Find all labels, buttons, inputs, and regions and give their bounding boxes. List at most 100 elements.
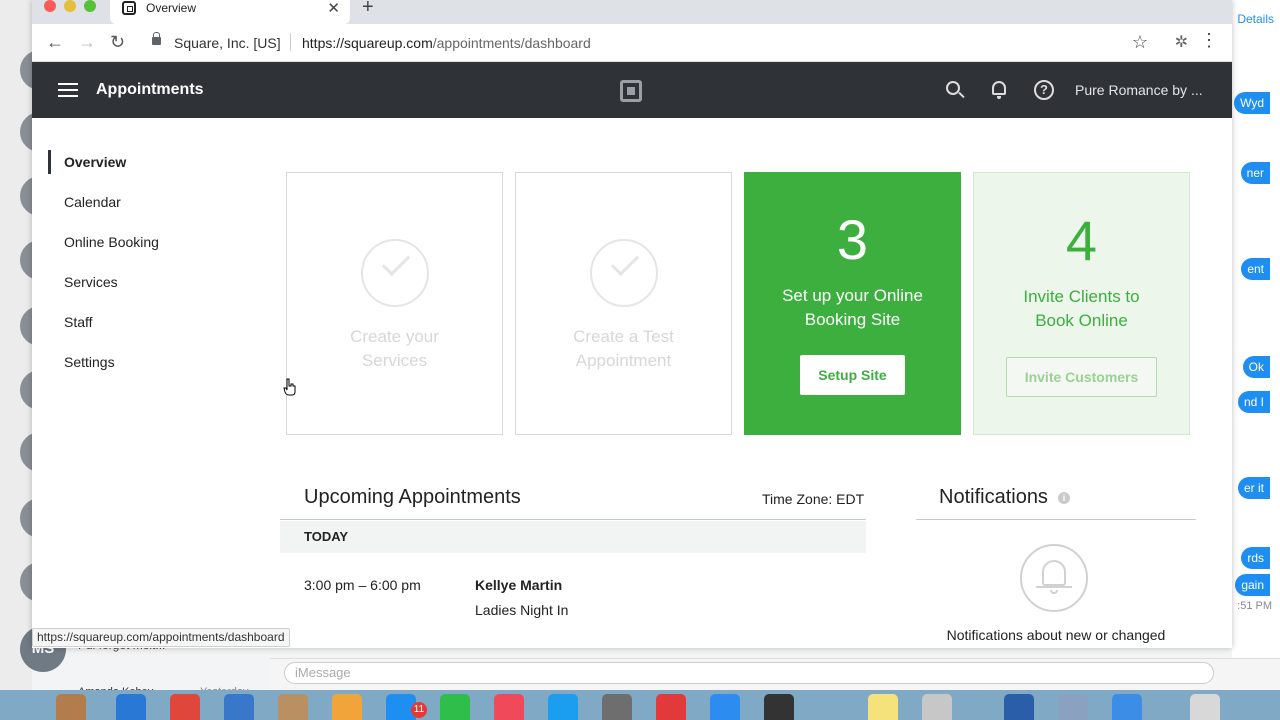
account-menu[interactable]: Pure Romance by ...: [1075, 82, 1203, 98]
url-host: https://squareup.com: [302, 35, 433, 51]
card-label: Create a Test Appointment: [516, 325, 731, 373]
divider: [280, 519, 866, 520]
music-icon[interactable]: [494, 694, 524, 720]
site-identity: Square, Inc. [US]: [174, 35, 281, 51]
back-icon[interactable]: ←: [46, 32, 64, 53]
sidebar-item-calendar[interactable]: Calendar: [48, 186, 248, 226]
preview-icon[interactable]: [224, 694, 254, 720]
message-bubble: Wyd: [1234, 92, 1270, 114]
message-bubble: nd I: [1237, 391, 1270, 413]
zoom-icon[interactable]: [710, 694, 740, 720]
browser-toolbar: ← → ↻ Square, Inc. [US] https://squareup…: [32, 24, 1232, 62]
appointment-client[interactable]: Kellye Martin: [475, 577, 562, 593]
facetime-icon[interactable]: [440, 694, 470, 720]
message-timestamp: :51 PM: [1237, 600, 1272, 612]
minimize-window-button[interactable]: [64, 0, 76, 12]
help-icon[interactable]: ?: [1033, 79, 1055, 101]
card-label-line: Appointment: [575, 351, 672, 370]
search-icon[interactable]: [944, 79, 966, 101]
url-text: https://squareup.com/appointments/dashbo…: [302, 35, 591, 51]
card-label-line: Book Online: [1035, 311, 1128, 330]
extension-icon[interactable]: ✲: [1175, 32, 1188, 52]
message-bubble: ent: [1241, 258, 1270, 280]
date-group-header: TODAY: [280, 521, 866, 553]
messages-sidebar: [0, 0, 60, 690]
checkmark-icon: [361, 239, 429, 307]
square-logo-icon[interactable]: [620, 80, 642, 102]
terminal-icon[interactable]: [764, 694, 794, 720]
close-tab-icon[interactable]: ✕: [327, 0, 340, 17]
hamburger-menu-icon[interactable]: [58, 83, 78, 97]
message-bubble: ner: [1240, 162, 1270, 184]
date-group-label: TODAY: [304, 529, 349, 544]
conversation-pane-edge: Details Wyd ner ent Ok nd I er it rds ga…: [1232, 0, 1280, 690]
bookmark-star-icon[interactable]: ☆: [1132, 32, 1148, 53]
message-bubble: rds: [1241, 547, 1270, 569]
card-label-line: Create your: [350, 327, 439, 346]
sidebar-item-settings[interactable]: Settings: [48, 346, 248, 386]
upcoming-appointments-heading: Upcoming Appointments: [304, 486, 521, 508]
message-bubble: gain: [1235, 574, 1270, 596]
appstore-icon[interactable]: [548, 694, 578, 720]
safari-icon[interactable]: [1112, 694, 1142, 720]
chrome-icon[interactable]: [170, 694, 200, 720]
app-icon[interactable]: [116, 694, 146, 720]
new-tab-icon[interactable]: +: [362, 0, 374, 19]
app-icon[interactable]: [656, 694, 686, 720]
hand-cursor-icon: [283, 378, 296, 396]
setup-booking-site-card: 3 Set up your Online Booking Site Setup …: [744, 172, 961, 435]
sidebar-nav: Overview Calendar Online Booking Service…: [48, 146, 248, 386]
bell-icon[interactable]: [988, 79, 1010, 101]
calculator-icon[interactable]: [922, 694, 952, 720]
sidebar-item-online-booking[interactable]: Online Booking: [48, 226, 248, 266]
info-icon[interactable]: i: [1058, 492, 1070, 504]
lock-icon[interactable]: [152, 32, 161, 45]
browser-menu-icon[interactable]: ⋮: [1200, 30, 1218, 51]
details-link[interactable]: Details: [1237, 12, 1274, 26]
card-label: Create your Services: [287, 325, 502, 373]
tab-title: Overview: [146, 1, 197, 15]
invite-customers-button[interactable]: Invite Customers: [1006, 357, 1157, 397]
card-label: Invite Clients to Book Online: [984, 285, 1179, 333]
card-label-line: Invite Clients to: [1023, 287, 1140, 306]
sidebar-item-overview[interactable]: Overview: [48, 146, 248, 186]
sidebar-item-staff[interactable]: Staff: [48, 306, 248, 346]
tab-overview[interactable]: Overview ✕: [110, 0, 350, 24]
zoom-window-button[interactable]: [84, 0, 96, 12]
card-label-line: Booking Site: [804, 310, 901, 329]
message-bubble: er it: [1237, 477, 1270, 499]
app-icon[interactable]: [278, 694, 308, 720]
notifications-heading: Notifications: [939, 486, 1048, 508]
appointment-event[interactable]: Ladies Night In: [475, 602, 568, 618]
reload-icon[interactable]: ↻: [110, 32, 125, 53]
link-status-bubble: https://squareup.com/appointments/dashbo…: [32, 628, 290, 647]
photos-icon[interactable]: [332, 694, 362, 720]
macos-dock: [0, 690, 1280, 720]
forward-icon[interactable]: →: [78, 32, 96, 53]
word-icon[interactable]: [1004, 694, 1034, 720]
app-title: Appointments: [96, 81, 204, 98]
card-label-line: Services: [361, 351, 428, 370]
imessage-input[interactable]: iMessage: [284, 662, 1214, 684]
trash-icon[interactable]: [1190, 694, 1220, 720]
notes-icon[interactable]: [868, 694, 898, 720]
url-path: /appointments/dashboard: [432, 35, 591, 51]
address-bar[interactable]: Square, Inc. [US] https://squareup.com/a…: [140, 29, 1160, 57]
settings-icon[interactable]: [602, 694, 632, 720]
invite-clients-card: 4 Invite Clients to Book Online Invite C…: [973, 172, 1190, 435]
sidebar-item-services[interactable]: Services: [48, 266, 248, 306]
tab-strip: Overview ✕ +: [32, 0, 1232, 24]
create-test-appointment-card[interactable]: Create a Test Appointment: [515, 172, 732, 435]
app-icon[interactable]: [1058, 694, 1088, 720]
notifications-empty-text: Notifications about new or changed: [946, 627, 1166, 643]
divider: [916, 519, 1196, 520]
appointment-time: 3:00 pm – 6:00 pm: [304, 577, 421, 593]
url-divider: [290, 33, 291, 51]
finder-icon[interactable]: [56, 694, 86, 720]
close-window-button[interactable]: [44, 0, 56, 12]
card-label-line: Create a Test: [573, 327, 674, 346]
create-services-card[interactable]: Create your Services: [286, 172, 503, 435]
step-number: 4: [1065, 209, 1098, 272]
checkmark-icon: [590, 239, 658, 307]
setup-site-button[interactable]: Setup Site: [800, 355, 905, 395]
